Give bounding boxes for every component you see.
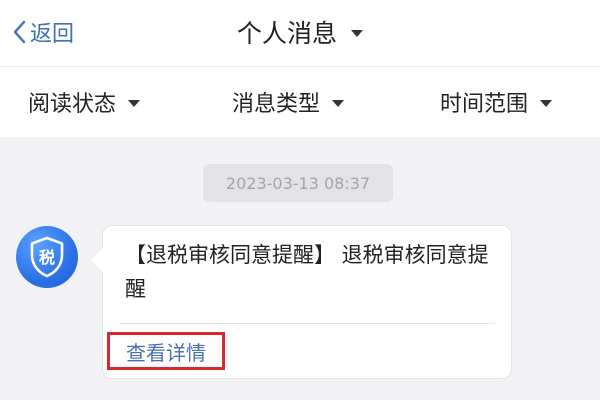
- avatar: 税: [16, 226, 78, 288]
- card-divider: [119, 323, 495, 324]
- filter-message-type[interactable]: 消息类型: [232, 83, 345, 121]
- message-card: 【退税审核同意提醒】 退税审核同意提醒 查看详情: [102, 225, 512, 379]
- caret-down-icon: [540, 100, 553, 107]
- filter-time-range[interactable]: 时间范围: [440, 83, 553, 121]
- caret-down-icon: [351, 30, 363, 37]
- avatar-text: 税: [39, 248, 55, 267]
- view-details-link[interactable]: 查看详情: [107, 332, 225, 370]
- caret-down-icon: [332, 100, 345, 107]
- filter-message-type-label: 消息类型: [232, 92, 321, 117]
- chevron-left-icon: [13, 20, 26, 44]
- card-pointer: [91, 248, 103, 272]
- back-button[interactable]: 返回: [12, 14, 74, 50]
- page-title: 个人消息: [236, 19, 337, 48]
- filter-time-range-label: 时间范围: [440, 92, 529, 117]
- message-screen: 返回 个人消息 阅读状态 消息类型 时间范围 2023-03-13 08:37 …: [0, 0, 600, 400]
- filter-bar: 阅读状态 消息类型 时间范围: [0, 67, 600, 137]
- message-timestamp: 2023-03-13 08:37: [203, 164, 393, 202]
- message-content: 【退税审核同意提醒】 退税审核同意提醒: [125, 243, 489, 301]
- title-dropdown[interactable]: 个人消息: [200, 14, 400, 50]
- back-label: 返回: [30, 22, 75, 47]
- filter-read-status[interactable]: 阅读状态: [28, 83, 141, 121]
- shield-tax-icon: 税: [30, 236, 64, 278]
- filter-read-status-label: 阅读状态: [28, 92, 117, 117]
- caret-down-icon: [128, 100, 141, 107]
- header-bar: 返回 个人消息: [0, 0, 600, 67]
